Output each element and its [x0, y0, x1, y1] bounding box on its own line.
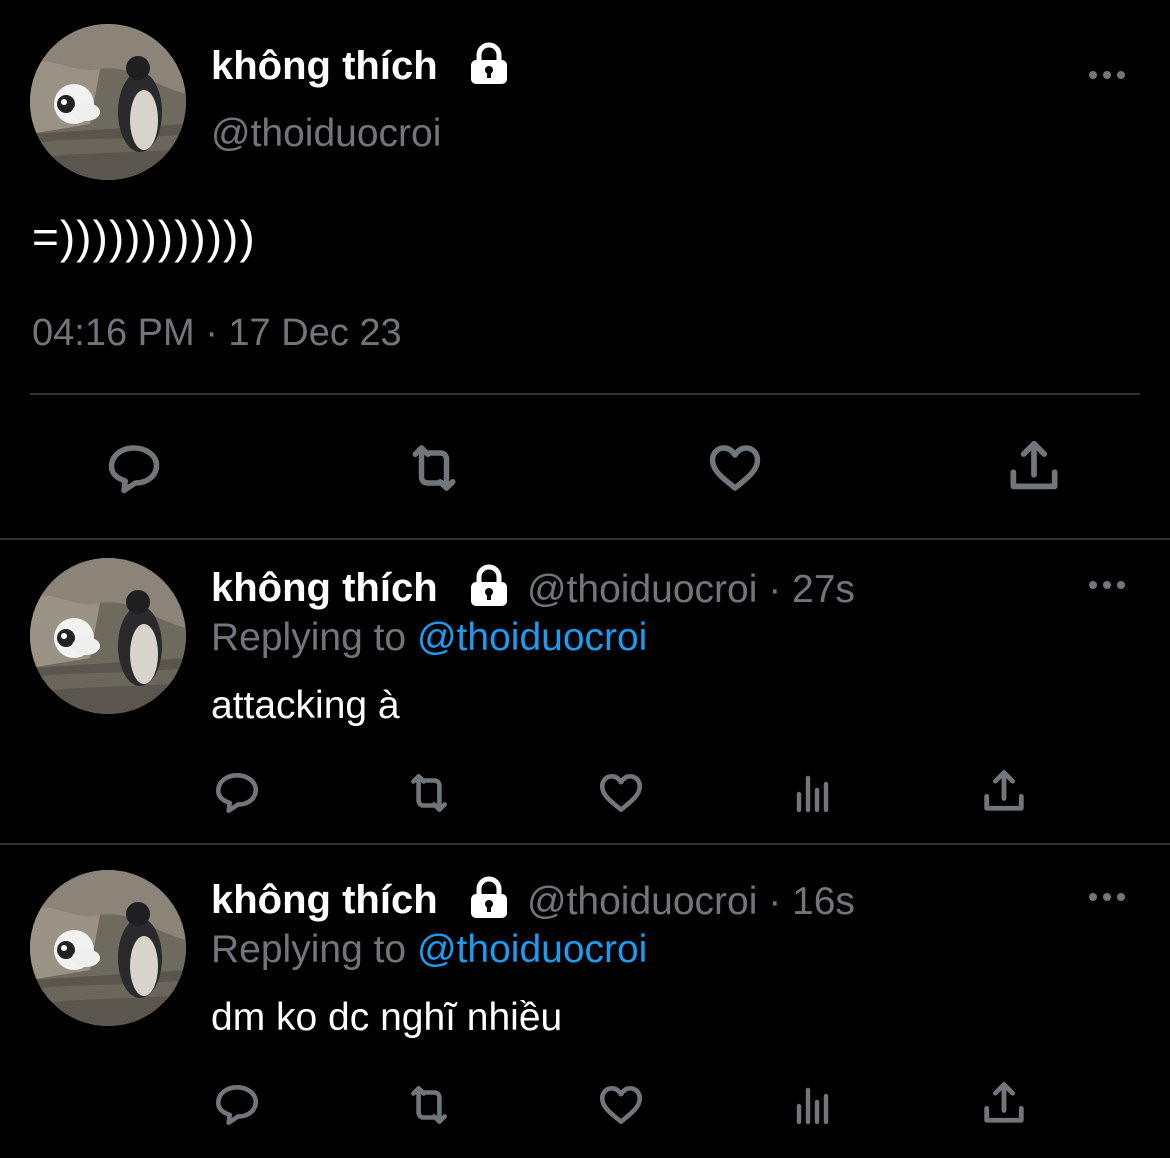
like-icon[interactable]	[704, 438, 766, 498]
display-name[interactable]: không thích	[211, 44, 438, 89]
share-icon[interactable]	[978, 1078, 1030, 1130]
tweet-text: attacking à	[211, 684, 400, 727]
share-icon[interactable]	[1002, 436, 1066, 498]
reply-icon[interactable]	[212, 767, 262, 817]
retweet-icon[interactable]	[401, 768, 457, 818]
replying-to-label: Replying to	[211, 928, 407, 971]
replying-to: Replying to @thoiduocroi	[211, 616, 647, 660]
retweet-icon[interactable]	[402, 438, 466, 498]
analytics-icon[interactable]	[788, 1082, 838, 1130]
like-icon[interactable]	[595, 768, 647, 818]
display-name[interactable]: không thích	[211, 878, 438, 923]
lock-icon	[468, 564, 510, 608]
avatar-image	[30, 24, 186, 180]
user-handle[interactable]: @thoiduocroi	[211, 112, 441, 156]
avatar-image	[30, 870, 186, 1026]
reply-icon[interactable]	[212, 1079, 262, 1129]
display-name[interactable]: không thích	[211, 566, 438, 611]
more-options-icon[interactable]	[1087, 891, 1127, 903]
like-icon[interactable]	[595, 1080, 647, 1130]
lock-icon	[468, 42, 510, 86]
analytics-icon[interactable]	[788, 770, 838, 818]
divider	[0, 538, 1170, 540]
mention-link[interactable]: @thoiduocroi	[417, 616, 647, 659]
avatar[interactable]	[30, 870, 186, 1026]
tweet-text: dm ko dc nghĩ nhiều	[211, 996, 563, 1039]
avatar[interactable]	[30, 558, 186, 714]
lock-icon	[468, 876, 510, 920]
avatar[interactable]	[30, 24, 186, 180]
more-options-icon[interactable]	[1087, 579, 1127, 591]
avatar-image	[30, 558, 186, 714]
handle-and-time[interactable]: @thoiduocroi · 27s	[527, 568, 855, 612]
tweet-text: =))))))))))))	[32, 211, 256, 263]
mention-link[interactable]: @thoiduocroi	[417, 928, 647, 971]
tweet-timestamp[interactable]: 04:16 PM · 17 Dec 23	[32, 312, 402, 355]
divider	[30, 393, 1140, 395]
replying-to-label: Replying to	[211, 616, 407, 659]
reply-icon[interactable]	[104, 438, 164, 498]
divider	[0, 843, 1170, 845]
handle-and-time[interactable]: @thoiduocroi · 16s	[527, 880, 855, 924]
share-icon[interactable]	[978, 766, 1030, 818]
replying-to: Replying to @thoiduocroi	[211, 928, 647, 972]
retweet-icon[interactable]	[401, 1080, 457, 1130]
more-options-icon[interactable]	[1087, 69, 1127, 81]
